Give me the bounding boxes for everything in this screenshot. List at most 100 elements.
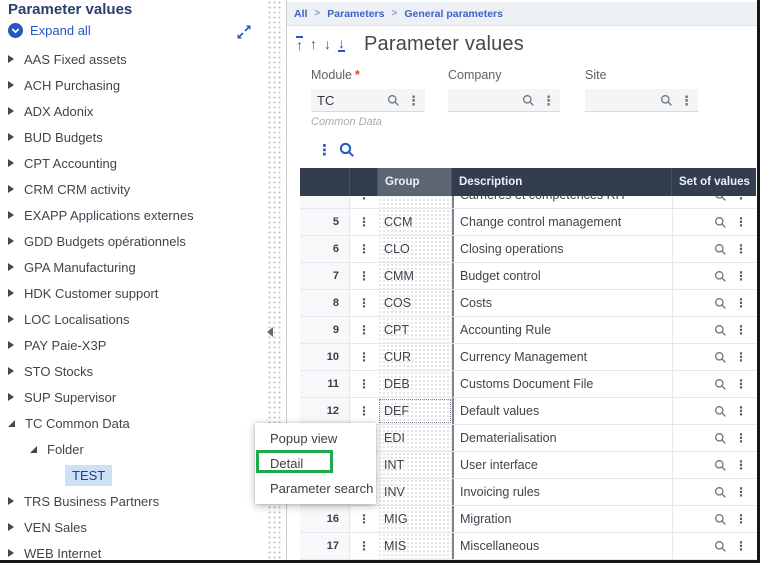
previous-record-icon[interactable]: ↑ (310, 36, 317, 52)
description-cell[interactable]: Accounting Rule (452, 317, 672, 343)
breadcrumb-item[interactable]: General parameters (404, 8, 503, 20)
row-number-cell[interactable]: 12 (300, 398, 350, 424)
description-cell[interactable]: User interface (452, 452, 672, 478)
context-menu-item-highlighted[interactable]: Detail (255, 451, 376, 476)
sidebar-tree-item[interactable]: ADX Adonix (0, 98, 264, 124)
row-actions-icon[interactable]: ⋮ (350, 344, 378, 370)
sidebar-tree-item[interactable]: CPT Accounting (0, 150, 264, 176)
tree-toggle-icon[interactable] (8, 211, 14, 219)
row-number-cell[interactable]: 8 (300, 290, 350, 316)
set-of-values-magnifier-icon[interactable] (714, 540, 727, 553)
set-of-values-cell[interactable]: ⋮ (672, 452, 756, 478)
group-cell[interactable]: COS (378, 290, 452, 316)
set-of-values-more-icon[interactable]: ⋮ (735, 431, 747, 445)
tree-toggle-icon[interactable] (8, 185, 14, 193)
row-actions-icon[interactable]: ⋮ (350, 398, 378, 424)
row-number-cell[interactable] (300, 560, 350, 563)
row-number-cell[interactable]: 7 (300, 263, 350, 289)
table-search-icon[interactable] (339, 142, 355, 163)
group-cell[interactable]: CPT (378, 317, 452, 343)
group-cell[interactable]: DEF (378, 398, 452, 424)
row-number-cell[interactable]: 9 (300, 317, 350, 343)
set-of-values-cell[interactable]: ⋮ (672, 196, 756, 208)
tree-toggle-icon[interactable] (8, 419, 15, 427)
description-cell[interactable]: Migration (452, 506, 672, 532)
tree-toggle-icon[interactable] (8, 55, 14, 63)
set-of-values-cell[interactable]: ⋮ (672, 263, 756, 289)
sidebar-tree-item[interactable]: TRS Business Partners (0, 488, 264, 514)
breadcrumb-item[interactable]: All (294, 8, 307, 20)
sidebar-tree-item[interactable]: GPA Manufacturing (0, 254, 264, 280)
field-input[interactable]: TC ⋮ (311, 89, 425, 112)
description-cell[interactable]: Customs Document File (452, 371, 672, 397)
set-of-values-magnifier-icon[interactable] (714, 216, 727, 229)
field-input[interactable]: ⋮ (448, 89, 560, 112)
tree-toggle-icon[interactable] (8, 341, 14, 349)
group-cell[interactable]: DEB (378, 371, 452, 397)
set-of-values-cell[interactable]: ⋮ (672, 479, 756, 505)
row-actions-icon[interactable]: ⋮ (350, 560, 378, 563)
set-of-values-cell[interactable]: ⋮ (672, 344, 756, 370)
set-of-values-more-icon[interactable]: ⋮ (735, 269, 747, 283)
row-number-cell[interactable] (300, 196, 350, 208)
tree-toggle-icon[interactable] (8, 549, 14, 557)
sidebar-tree-item[interactable]: GDD Budgets opérationnels (0, 228, 264, 254)
row-number-cell[interactable]: 11 (300, 371, 350, 397)
tree-toggle-icon[interactable] (8, 107, 14, 115)
set-of-values-magnifier-icon[interactable] (714, 405, 727, 418)
context-menu-item[interactable]: Popup view (255, 426, 376, 451)
column-header[interactable]: Description (452, 168, 672, 196)
group-cell[interactable]: CCM (378, 209, 452, 235)
description-cell[interactable] (452, 560, 672, 563)
sidebar-tree-item[interactable]: HDK Customer support (0, 280, 264, 306)
description-cell[interactable]: Carrieres et competences RH (452, 196, 672, 208)
row-number-cell[interactable]: 10 (300, 344, 350, 370)
group-cell[interactable]: INV (378, 479, 452, 505)
sidebar-tree-item[interactable]: Folder (0, 436, 264, 462)
row-actions-icon[interactable]: ⋮ (350, 236, 378, 262)
sidebar-tree-item[interactable]: BUD Budgets (0, 124, 264, 150)
tree-toggle-icon[interactable] (8, 237, 14, 245)
row-number-cell[interactable]: 17 (300, 533, 350, 559)
column-header[interactable]: Group (378, 168, 452, 196)
group-cell[interactable]: MIG (378, 506, 452, 532)
set-of-values-more-icon[interactable]: ⋮ (735, 296, 747, 310)
set-of-values-cell[interactable]: ⋮ (672, 425, 756, 451)
set-of-values-more-icon[interactable]: ⋮ (735, 404, 747, 418)
table-more-options-icon[interactable]: ⋮ (317, 141, 332, 159)
tree-toggle-icon[interactable] (30, 445, 37, 453)
set-of-values-more-icon[interactable]: ⋮ (735, 242, 747, 256)
row-actions-icon[interactable]: ⋮ (350, 290, 378, 316)
set-of-values-cell[interactable]: ⋮ (672, 236, 756, 262)
panel-expand-icon[interactable] (236, 24, 252, 45)
set-of-values-magnifier-icon[interactable] (714, 243, 727, 256)
description-cell[interactable]: Invoicing rules (452, 479, 672, 505)
field-input[interactable]: ⋮ (585, 89, 698, 112)
sidebar-tree-item[interactable]: PAY Paie-X3P (0, 332, 264, 358)
set-of-values-cell[interactable]: ⋮ (672, 560, 756, 563)
next-record-icon[interactable]: ↓ (324, 36, 331, 52)
set-of-values-more-icon[interactable]: ⋮ (735, 485, 747, 499)
description-cell[interactable]: Costs (452, 290, 672, 316)
field-more-options-icon[interactable]: ⋮ (680, 94, 693, 107)
group-cell[interactable]: MIS (378, 533, 452, 559)
lookup-magnifier-icon[interactable] (660, 94, 673, 107)
set-of-values-cell[interactable]: ⋮ (672, 317, 756, 343)
tree-toggle-icon[interactable] (8, 393, 14, 401)
set-of-values-more-icon[interactable]: ⋮ (735, 350, 747, 364)
row-actions-icon[interactable]: ⋮ (350, 506, 378, 532)
description-cell[interactable]: Miscellaneous (452, 533, 672, 559)
sidebar-tree-item[interactable]: SUP Supervisor (0, 384, 264, 410)
row-actions-icon[interactable]: ⋮ (350, 209, 378, 235)
tree-toggle-icon[interactable] (8, 315, 14, 323)
tree-toggle-icon[interactable] (8, 289, 14, 297)
set-of-values-magnifier-icon[interactable] (714, 324, 727, 337)
description-cell[interactable]: Default values (452, 398, 672, 424)
row-actions-icon[interactable]: ⋮ (350, 371, 378, 397)
lookup-magnifier-icon[interactable] (522, 94, 535, 107)
description-cell[interactable]: Budget control (452, 263, 672, 289)
set-of-values-more-icon[interactable]: ⋮ (735, 377, 747, 391)
sidebar-tree-item[interactable]: WEB Internet (0, 540, 264, 560)
set-of-values-cell[interactable]: ⋮ (672, 533, 756, 559)
set-of-values-magnifier-icon[interactable] (714, 351, 727, 364)
